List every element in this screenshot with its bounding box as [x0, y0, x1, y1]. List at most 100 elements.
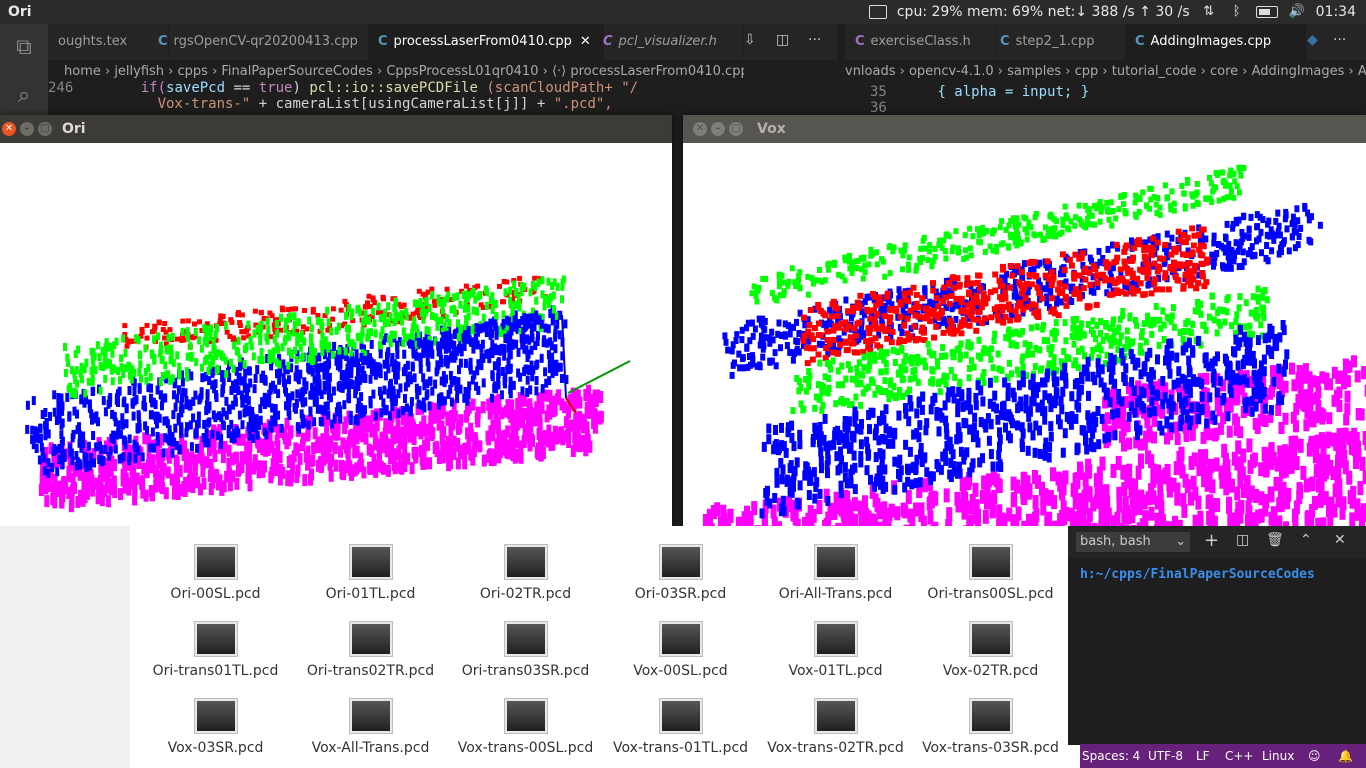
compare-icon[interactable]: ⇩	[744, 32, 756, 48]
minimize-window-icon[interactable]: –	[711, 122, 725, 136]
point-cloud-view-ori[interactable]	[0, 143, 672, 526]
code-token: (scanCloudPath+ "/	[477, 80, 639, 96]
blue-point	[1240, 248, 1246, 256]
close-window-icon[interactable]: ✕	[693, 122, 707, 136]
close-tab-icon[interactable]: ✕	[580, 34, 591, 49]
point-cloud-view-vox[interactable]	[683, 143, 1366, 526]
vox-viewer-window[interactable]: ✕ – □ Vox	[683, 115, 1366, 526]
window-titlebar[interactable]: ✕ – □ Vox	[683, 115, 1366, 143]
green-point	[430, 312, 435, 320]
blue-point	[401, 406, 405, 416]
volume-icon[interactable]: 🔊	[1288, 0, 1306, 24]
tab-step2[interactable]: Cstep2_1.cpp	[990, 24, 1131, 60]
magenta-point	[1357, 481, 1364, 496]
keyboard-icon[interactable]	[868, 5, 887, 19]
code-area-left[interactable]: 246 if(savePcd == true) pcl::io::savePCD…	[48, 80, 748, 112]
magenta-point	[257, 460, 262, 473]
blue-point	[371, 389, 376, 399]
window-titlebar[interactable]: ✕ – □ Ori	[0, 115, 672, 143]
blue-point	[163, 433, 167, 443]
system-monitor-status[interactable]: cpu: 29% mem: 69% net:↓ 388 /s ↑ 30 /s	[897, 0, 1190, 24]
blue-point	[1252, 251, 1258, 259]
blue-point	[210, 429, 215, 439]
breadcrumb-right[interactable]: vnloads › opencv-4.1.0 › samples › cpp ›…	[845, 60, 1366, 84]
more-actions-icon[interactable]: ···	[808, 32, 821, 48]
code-area-right[interactable]: 35 { alpha = input; } 36	[845, 84, 1366, 116]
magenta-point	[872, 493, 879, 508]
magenta-point	[302, 474, 308, 487]
blue-point	[316, 374, 321, 384]
maximize-window-icon[interactable]: □	[729, 122, 743, 136]
green-point	[1228, 167, 1234, 174]
green-point	[236, 336, 241, 345]
maximize-window-icon[interactable]: □	[38, 122, 52, 136]
blue-point	[326, 410, 331, 420]
magenta-point	[1353, 432, 1360, 446]
magenta-point	[967, 500, 974, 515]
blue-point	[403, 364, 408, 374]
tab-processlaser[interactable]: CprocessLaserFrom0410.cpp ✕	[368, 24, 604, 60]
green-point	[1078, 218, 1084, 225]
green-point	[143, 344, 148, 353]
search-icon[interactable]: ⌕	[12, 84, 36, 108]
tab-exerciseclass[interactable]: CexerciseClass.h	[845, 24, 996, 60]
blue-point	[101, 396, 106, 406]
blue-point	[517, 319, 522, 328]
green-point	[1194, 181, 1200, 187]
minimize-window-icon[interactable]: –	[20, 122, 34, 136]
battery-icon[interactable]	[1255, 6, 1278, 18]
green-point	[846, 258, 852, 265]
green-point	[942, 248, 948, 255]
magenta-point	[1174, 491, 1181, 506]
green-point	[393, 297, 398, 306]
blue-point	[299, 388, 304, 398]
green-point	[91, 348, 96, 357]
green-point	[82, 365, 87, 374]
split-editor-icon[interactable]: ◫	[776, 32, 789, 48]
cpp-file-icon: C	[158, 34, 168, 49]
green-point	[779, 272, 785, 279]
green-point	[795, 278, 801, 285]
magenta-point	[1214, 498, 1220, 513]
blue-point	[525, 314, 530, 324]
blue-point	[212, 384, 217, 394]
blue-point	[739, 336, 745, 344]
blue-point	[788, 324, 794, 331]
green-point	[900, 252, 906, 259]
ori-viewer-window[interactable]: ✕ – □ Ori	[0, 115, 672, 526]
magenta-point	[319, 440, 325, 453]
tab-rgsopencv[interactable]: CrgsOpenCV-qr20200413.cpp	[148, 24, 369, 60]
tab-addingimages[interactable]: C AddingImages.cpp	[1125, 24, 1306, 60]
bluetooth-icon[interactable]: ᛒ	[1228, 0, 1246, 24]
red-point	[501, 299, 506, 305]
green-point	[811, 280, 816, 287]
close-window-icon[interactable]: ✕	[2, 122, 16, 136]
active-app-name[interactable]: Ori	[8, 0, 32, 24]
green-point	[1194, 190, 1200, 197]
magenta-point	[1293, 500, 1300, 515]
blue-point	[210, 368, 215, 378]
green-point	[320, 348, 325, 356]
magenta-point	[859, 501, 866, 516]
tab-pcl-visualizer[interactable]: Cpcl_visualizer.h	[593, 24, 744, 60]
clock[interactable]: 01:34	[1316, 0, 1356, 24]
blue-point	[1273, 217, 1279, 225]
magenta-point	[592, 421, 598, 434]
explorer-icon[interactable]: ⧉	[12, 36, 36, 60]
green-point	[389, 330, 394, 339]
python-file-icon[interactable]: ◆	[1307, 32, 1318, 48]
magenta-point	[710, 505, 717, 519]
magenta-point	[1308, 415, 1315, 428]
magenta-point	[816, 500, 823, 514]
green-point	[451, 293, 456, 302]
blue-point	[747, 353, 752, 360]
blue-point	[195, 443, 200, 453]
network-icon[interactable]: ⇅	[1200, 0, 1218, 24]
green-point	[166, 370, 171, 379]
green-point	[817, 267, 822, 273]
green-point	[264, 333, 269, 342]
more-actions-icon[interactable]: ···	[1333, 32, 1346, 48]
blue-point	[521, 326, 526, 336]
blue-point	[240, 398, 245, 408]
magenta-point	[470, 398, 476, 411]
